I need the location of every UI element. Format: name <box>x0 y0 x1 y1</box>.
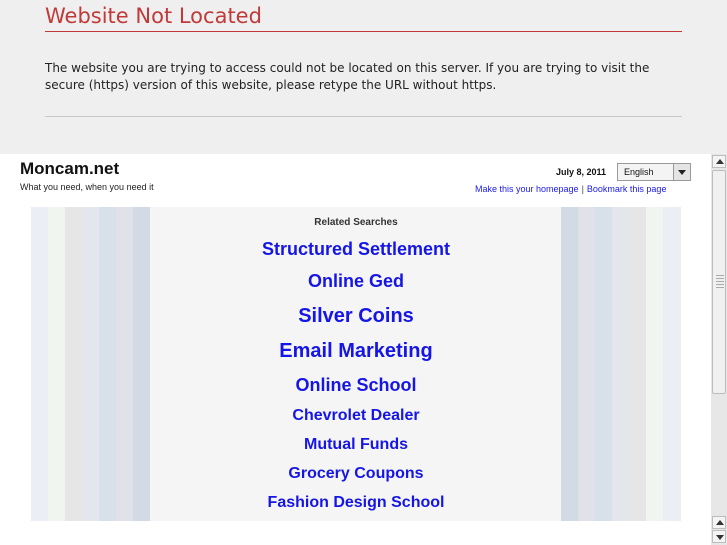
related-searches-panel: Related Searches Structured Settlement O… <box>31 207 681 521</box>
search-link-email-marketing[interactable]: Email Marketing <box>31 340 681 363</box>
arrow-up-icon <box>716 159 724 164</box>
scroll-up-button[interactable] <box>712 155 726 168</box>
related-searches-heading: Related Searches <box>314 217 398 228</box>
link-separator: | <box>581 184 584 194</box>
notice-bottom-divider <box>45 116 682 117</box>
search-link-structured-settlement[interactable]: Structured Settlement <box>31 239 681 260</box>
search-link-fashion-design-school[interactable]: Fashion Design School <box>31 494 681 512</box>
arrow-up-icon <box>716 520 724 525</box>
search-link-online-ged[interactable]: Online Ged <box>31 271 681 292</box>
make-homepage-link[interactable]: Make this your homepage <box>475 184 579 194</box>
search-link-chevrolet-dealer[interactable]: Chevrolet Dealer <box>31 407 681 425</box>
notice-title: Website Not Located <box>45 4 262 28</box>
arrow-down-icon <box>716 535 724 540</box>
notice-title-divider <box>45 31 682 32</box>
search-link-silver-coins[interactable]: Silver Coins <box>31 305 681 328</box>
bookmark-link[interactable]: Bookmark this page <box>587 184 667 194</box>
search-link-grocery-coupons[interactable]: Grocery Coupons <box>31 465 681 483</box>
site-name: Moncam.net <box>20 159 120 178</box>
scroll-up-button-bottom[interactable] <box>712 516 726 529</box>
error-notice: Website Not Located The website you are … <box>0 0 727 152</box>
grip-icon <box>716 275 724 289</box>
language-dropdown-button[interactable] <box>673 164 690 180</box>
language-select[interactable]: English <box>617 163 691 181</box>
header-links: Make this your homepage | Bookmark this pa… <box>475 184 666 194</box>
search-link-online-school[interactable]: Online School <box>31 375 681 396</box>
search-link-mutual-funds[interactable]: Mutual Funds <box>31 436 681 454</box>
notice-message: The website you are trying to access cou… <box>45 61 650 92</box>
scroll-down-button[interactable] <box>712 530 726 543</box>
scroll-thumb[interactable] <box>712 170 726 394</box>
frame-scrollbar[interactable] <box>711 154 727 545</box>
language-selected-value: English <box>624 167 654 177</box>
chevron-down-icon <box>678 170 686 175</box>
site-tagline: What you need, when you need it <box>20 182 154 192</box>
current-date: July 8, 2011 <box>556 167 607 177</box>
parked-page-frame: Moncam.net What you need, when you need … <box>0 154 711 545</box>
